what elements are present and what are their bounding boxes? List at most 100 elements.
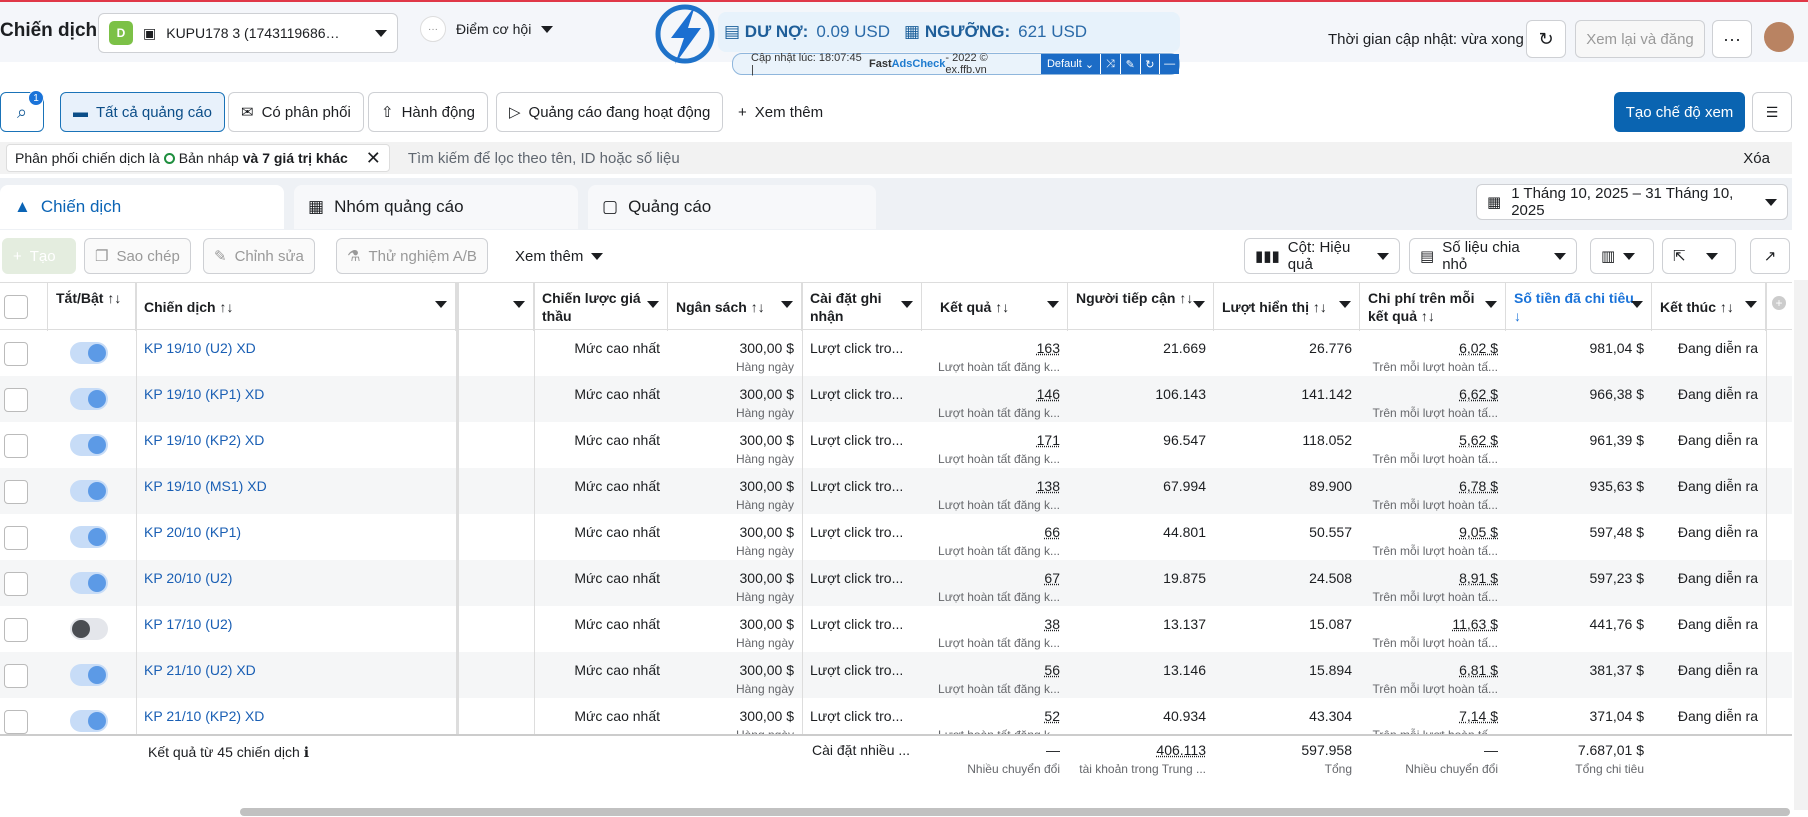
table-row[interactable]: KP 19/10 (KP2) XD Mức cao nhất 300,00 $ Hàn… <box>0 422 1792 468</box>
avatar[interactable] <box>1764 22 1794 52</box>
campaign-name[interactable]: KP 17/10 (U2) <box>144 606 444 652</box>
campaign-name[interactable]: KP 19/10 (U2) XD <box>144 330 444 376</box>
all-ads-filter[interactable]: ▬ Tất cả quảng cáo <box>60 92 225 132</box>
campaign-name[interactable]: KP 19/10 (KP1) XD <box>144 376 444 422</box>
create-button[interactable]: + Tạo <box>2 238 76 274</box>
tab-campaigns[interactable]: ▲ Chiến dịch <box>0 185 284 229</box>
cpr-value[interactable]: 9,05 $ <box>1360 524 1498 540</box>
row-checkbox[interactable] <box>4 388 28 412</box>
actions-filter[interactable]: ⇧ Hành động <box>368 92 488 132</box>
select-all-checkbox[interactable] <box>4 295 28 319</box>
status-toggle[interactable] <box>70 526 108 548</box>
vertical-scrollbar[interactable] <box>1794 280 1808 810</box>
status-toggle[interactable] <box>70 480 108 502</box>
status-toggle[interactable] <box>70 388 108 410</box>
row-checkbox[interactable] <box>4 526 28 550</box>
edit-button[interactable]: ✎ Chỉnh sửa <box>203 238 315 274</box>
results-value[interactable]: 171 <box>922 432 1060 448</box>
row-checkbox[interactable] <box>4 572 28 596</box>
col-end[interactable]: Kết thúc ↑↓ <box>1652 283 1766 331</box>
col-bid[interactable]: Chiến lược giá thầu <box>534 283 668 331</box>
campaign-name[interactable]: KP 19/10 (MS1) XD <box>144 468 444 514</box>
opportunity-score[interactable]: ··· Điểm cơ hội <box>420 16 554 42</box>
cpr-value[interactable]: 6,62 $ <box>1360 386 1498 402</box>
info-icon[interactable]: ℹ <box>304 744 309 760</box>
col-results[interactable]: Kết quả ↑↓ <box>922 283 1068 331</box>
status-toggle[interactable] <box>70 434 108 456</box>
col-attribution[interactable]: Cài đặt ghi nhận <box>802 283 922 331</box>
table-row[interactable]: KP 20/10 (U2) Mức cao nhất 300,00 $ Hàng ng… <box>0 560 1792 606</box>
create-view-button[interactable]: Tạo chế độ xem <box>1614 92 1745 132</box>
row-checkbox[interactable] <box>4 342 28 366</box>
row-checkbox[interactable] <box>4 618 28 642</box>
results-value[interactable]: 56 <box>922 662 1060 678</box>
refresh-icon[interactable]: ↻ <box>1139 54 1160 74</box>
reports-button[interactable]: ▥ <box>1590 238 1654 274</box>
campaign-name[interactable]: KP 21/10 (KP2) XD <box>144 698 444 736</box>
results-value[interactable]: 38 <box>922 616 1060 632</box>
col-campaign[interactable]: Chiến dịch ↑↓ <box>136 283 456 331</box>
results-value[interactable]: 52 <box>922 708 1060 724</box>
row-checkbox[interactable] <box>4 710 28 734</box>
filter-search-input[interactable]: Tìm kiếm để lọc theo tên, ID hoặc số liệ… <box>408 150 1743 167</box>
row-checkbox[interactable] <box>4 664 28 688</box>
col-cpr[interactable]: Chi phí trên mỗi kết quả ↑↓ <box>1360 283 1506 331</box>
cpr-value[interactable]: 7,14 $ <box>1360 708 1498 724</box>
table-row[interactable]: KP 19/10 (KP1) XD Mức cao nhất 300,00 $ Hàn… <box>0 376 1792 422</box>
more-button[interactable]: ··· <box>1712 20 1752 58</box>
copy-button[interactable]: ❐ Sao chép <box>84 238 191 274</box>
results-value[interactable]: 146 <box>922 386 1060 402</box>
minimize-icon[interactable]: — <box>1159 54 1179 74</box>
table-row[interactable]: KP 20/10 (KP1) Mức cao nhất 300,00 $ Hàng n… <box>0 514 1792 560</box>
col-impressions[interactable]: Lượt hiển thị ↑↓ <box>1214 283 1360 331</box>
campaign-name[interactable]: KP 19/10 (KP2) XD <box>144 422 444 468</box>
cpr-value[interactable]: 6,78 $ <box>1360 478 1498 494</box>
cpr-value[interactable]: 6,02 $ <box>1360 340 1498 356</box>
campaign-name[interactable]: KP 21/10 (U2) XD <box>144 652 444 698</box>
horizontal-scrollbar[interactable] <box>240 808 1790 816</box>
status-toggle[interactable] <box>70 618 108 640</box>
add-column-icon[interactable]: + <box>1772 296 1786 310</box>
close-icon[interactable]: ✕ <box>366 148 381 169</box>
tab-ads[interactable]: ▢ Quảng cáo <box>588 185 876 229</box>
status-toggle[interactable] <box>70 710 108 732</box>
review-publish-button[interactable]: Xem lại và đăng <box>1575 20 1705 58</box>
cpr-value[interactable]: 6,81 $ <box>1360 662 1498 678</box>
edit-icon[interactable]: ✎ <box>1119 54 1140 74</box>
account-selector[interactable]: D ▣ KUPU178 3 (1743119686… <box>98 13 398 53</box>
campaign-name[interactable]: KP 20/10 (U2) <box>144 560 444 606</box>
clear-filters[interactable]: Xóa <box>1743 150 1770 167</box>
refresh-button[interactable]: ↻ <box>1526 20 1566 58</box>
cpr-value[interactable]: 11,63 $ <box>1360 616 1498 632</box>
results-value[interactable]: 67 <box>922 570 1060 586</box>
cpr-value[interactable]: 8,91 $ <box>1360 570 1498 586</box>
date-range-picker[interactable]: ▦ 1 Tháng 10, 2025 – 31 Tháng 10, 2025 <box>1476 184 1788 220</box>
results-value[interactable]: 138 <box>922 478 1060 494</box>
status-toggle[interactable] <box>70 342 108 364</box>
tab-ad-sets[interactable]: ▦ Nhóm quảng cáo <box>294 185 578 229</box>
see-more-filter[interactable]: + Xem thêm <box>726 92 835 132</box>
table-row[interactable]: KP 19/10 (MS1) XD Mức cao nhất 300,00 $ Hàn… <box>0 468 1792 514</box>
results-value[interactable]: 163 <box>922 340 1060 356</box>
col-toggle[interactable]: Tắt/Bật ↑↓ <box>48 283 136 331</box>
status-toggle[interactable] <box>70 664 108 686</box>
table-row[interactable]: KP 19/10 (U2) XD Mức cao nhất 300,00 $ Hàng… <box>0 330 1792 376</box>
col-spent[interactable]: Số tiền đã chi tiêu ↓ <box>1506 283 1652 331</box>
filter-chip[interactable]: Phân phối chiến dịch là Bản nháp và 7 gi… <box>6 144 390 172</box>
table-row[interactable]: KP 21/10 (U2) XD Mức cao nhất 300,00 $ Hàng… <box>0 652 1792 698</box>
status-toggle[interactable] <box>70 572 108 594</box>
col-budget[interactable]: Ngân sách ↑↓ <box>668 283 802 331</box>
col-hidden[interactable] <box>456 283 534 331</box>
export-button[interactable]: ⇱ <box>1662 238 1736 274</box>
shuffle-icon[interactable]: ⤨ <box>1100 54 1120 74</box>
delivered-filter[interactable]: ✉ Có phân phối <box>228 92 364 132</box>
table-row[interactable]: KP 21/10 (KP2) XD Mức cao nhất 300,00 $ Hàn… <box>0 698 1792 736</box>
more-actions-button[interactable]: Xem thêm <box>505 238 613 274</box>
col-reach[interactable]: Người tiếp cận ↑↓ <box>1068 283 1214 331</box>
chart-button[interactable]: ↗ <box>1750 238 1790 274</box>
table-row[interactable]: KP 17/10 (U2) Mức cao nhất 300,00 $ Hàng ng… <box>0 606 1792 652</box>
active-ads-filter[interactable]: ▷ Quảng cáo đang hoạt động <box>496 92 724 132</box>
settings-button[interactable]: ☰ <box>1752 92 1792 132</box>
cpr-value[interactable]: 5,62 $ <box>1360 432 1498 448</box>
ab-test-button[interactable]: ⚗ Thử nghiệm A/B <box>336 238 488 274</box>
